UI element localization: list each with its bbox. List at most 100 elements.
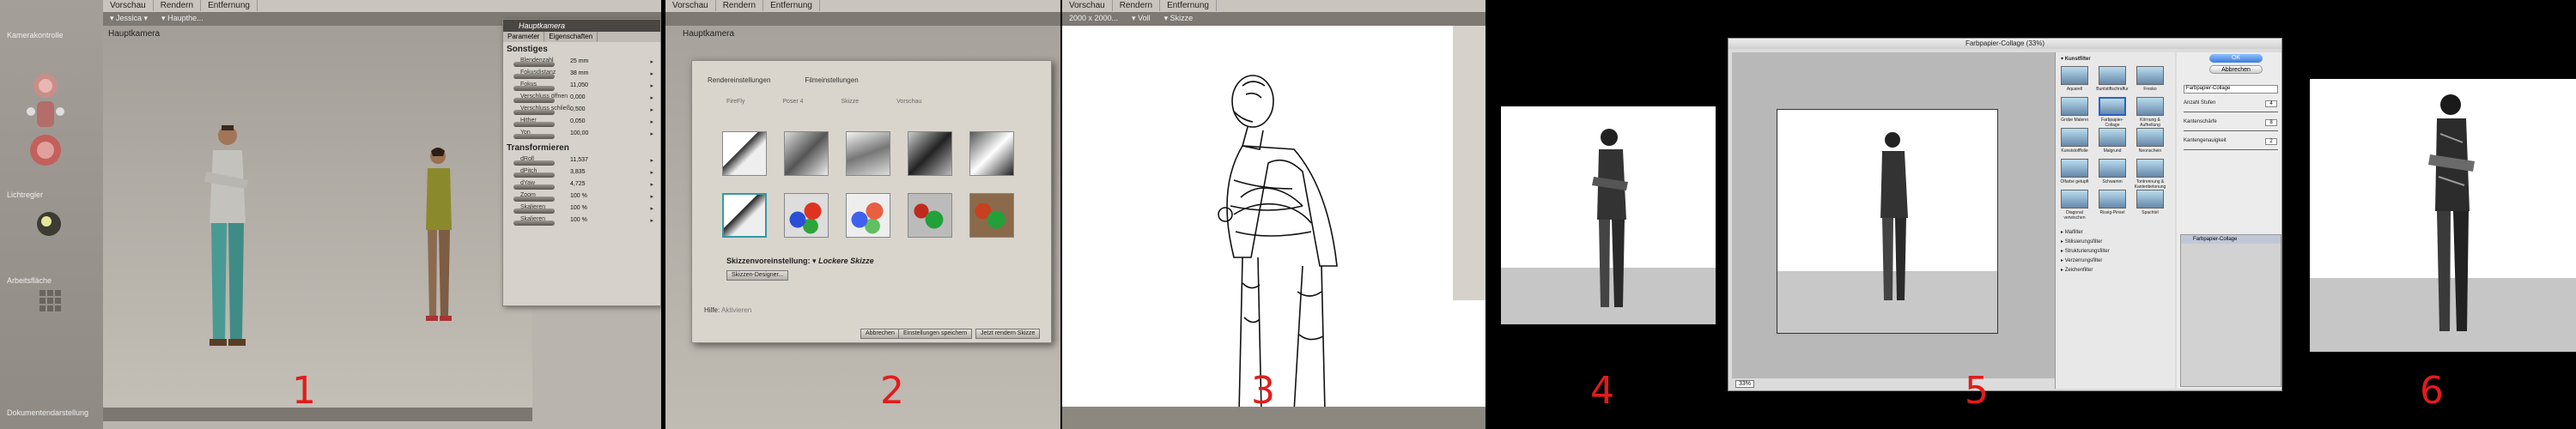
filter-select[interactable]: Farbpapier-Collage — [2184, 85, 2278, 94]
filter-thumb[interactable] — [2136, 190, 2164, 208]
parameter-dial[interactable] — [513, 208, 555, 214]
parameter-row[interactable]: Yon 100,00 ▸ — [503, 129, 660, 141]
tab-parameters[interactable]: Parameter — [503, 32, 545, 41]
ok-button[interactable]: OK — [2209, 54, 2263, 63]
light-sphere-icon[interactable] — [36, 211, 62, 237]
preset-thumb[interactable] — [908, 131, 952, 176]
quality-select[interactable]: ▾ Voll — [1125, 12, 1157, 25]
parameter-row[interactable]: dRoll 11,537 ▸ — [503, 155, 660, 167]
tab-render[interactable]: Rendern — [1113, 0, 1161, 11]
filter-thumb[interactable] — [2099, 97, 2126, 116]
parameter-dial[interactable] — [513, 196, 555, 202]
parameter-dial[interactable] — [513, 184, 555, 190]
camera-select[interactable]: ▾ Haupthe... — [155, 12, 210, 25]
help-value[interactable]: Aktivieren — [721, 306, 751, 314]
filter-category[interactable]: ▸ Malfilter — [2061, 229, 2083, 235]
subtab-poser4[interactable]: Poser 4 — [782, 99, 803, 105]
filter-thumb[interactable] — [2061, 97, 2088, 116]
filter-thumb[interactable] — [2099, 66, 2126, 85]
figure-select[interactable]: ▾ Jessica ▾ — [103, 12, 155, 25]
preset-thumb[interactable] — [908, 193, 952, 238]
parameter-arrow-icon[interactable]: ▸ — [650, 70, 653, 77]
parameter-row[interactable]: Blendenzahl 25 mm ▸ — [503, 57, 660, 69]
tab-render[interactable]: Rendern — [154, 0, 202, 11]
section-misc-title[interactable]: Sonstiges — [503, 42, 660, 57]
parameter-value[interactable]: 0,000 — [570, 94, 586, 100]
filter-category[interactable]: ▸ Verzerrungsfilter — [2061, 257, 2102, 263]
parameter-value[interactable]: 4,725 — [570, 181, 586, 187]
cancel-button[interactable]: Abbrechen — [2209, 65, 2263, 74]
filter-thumb[interactable] — [2136, 66, 2164, 85]
filter-thumb[interactable] — [2061, 128, 2088, 147]
parameter-arrow-icon[interactable]: ▸ — [650, 82, 653, 89]
setting-value[interactable]: 2 — [2265, 138, 2277, 145]
filter-thumb[interactable] — [2061, 66, 2088, 85]
preset-thumb[interactable] — [969, 193, 1014, 238]
parameter-arrow-icon[interactable]: ▸ — [650, 130, 653, 137]
filter-thumb[interactable] — [2136, 159, 2164, 178]
preset-thumb[interactable] — [784, 193, 829, 238]
parameter-dial[interactable] — [513, 160, 555, 166]
parameter-row[interactable]: Zoom 100 % ▸ — [503, 191, 660, 203]
parameter-row[interactable]: Verschluss öffnen 0,000 ▸ — [503, 93, 660, 105]
parameter-arrow-icon[interactable]: ▸ — [650, 181, 653, 188]
parameter-value[interactable]: 0,050 — [570, 118, 586, 124]
parameter-arrow-icon[interactable]: ▸ — [650, 205, 653, 212]
parameter-arrow-icon[interactable]: ▸ — [650, 217, 653, 224]
tab-preview[interactable]: Vorschau — [103, 0, 154, 11]
filter-thumb[interactable] — [2136, 128, 2164, 147]
parameter-value[interactable]: 100 % — [570, 193, 587, 199]
parameter-row[interactable]: Verschluss schließ. 0,500 ▸ — [503, 105, 660, 117]
parameter-dial[interactable] — [513, 98, 555, 103]
preset-thumb[interactable] — [722, 131, 767, 176]
parameter-dial[interactable] — [513, 74, 555, 79]
preset-thumb[interactable] — [969, 131, 1014, 176]
effect-layer[interactable]: Farbpapier-Collage — [2181, 235, 2281, 244]
setting-value[interactable]: 4 — [2265, 100, 2277, 107]
parameter-value[interactable]: 38 mm — [570, 70, 588, 76]
female-figure[interactable] — [412, 144, 464, 333]
parameter-row[interactable]: dPitch 3,835 ▸ — [503, 167, 660, 179]
parameter-dial[interactable] — [513, 172, 555, 178]
tab-distance[interactable]: Entfernung — [763, 0, 820, 11]
preset-thumb[interactable] — [784, 131, 829, 176]
parameter-dial[interactable] — [513, 86, 555, 91]
category-open[interactable]: ▾ Kunstfilter — [2061, 56, 2091, 62]
filter-thumb[interactable] — [2061, 159, 2088, 178]
parameter-dial[interactable] — [513, 134, 555, 139]
filter-category[interactable]: ▸ Stilisierungsfilter — [2061, 239, 2102, 245]
parameter-row[interactable]: Fokusdistanz 38 mm ▸ — [503, 69, 660, 81]
parameter-value[interactable]: 100 % — [570, 217, 587, 223]
setting-slider[interactable] — [2184, 149, 2278, 150]
preset-thumb[interactable] — [846, 131, 890, 176]
parameter-arrow-icon[interactable]: ▸ — [650, 106, 653, 113]
filter-thumb[interactable] — [2099, 128, 2126, 147]
parameter-value[interactable]: 0,500 — [570, 106, 586, 112]
resolution-select[interactable]: 2000 x 2000... — [1062, 12, 1125, 24]
preset-thumb-selected[interactable] — [722, 193, 767, 238]
filter-thumb[interactable] — [2099, 159, 2126, 178]
tab-preview[interactable]: Vorschau — [665, 0, 716, 11]
subtab-preview[interactable]: Vorschau — [896, 99, 921, 105]
render-now-button[interactable]: Jetzt rendern Skizze — [975, 329, 1041, 339]
parameter-row[interactable]: Skalieren 100 % ▸ — [503, 203, 660, 215]
parameter-arrow-icon[interactable]: ▸ — [650, 169, 653, 176]
parameter-arrow-icon[interactable]: ▸ — [650, 58, 653, 65]
parameter-dial[interactable] — [513, 110, 555, 115]
parameter-value[interactable]: 3,835 — [570, 169, 586, 175]
parameter-arrow-icon[interactable]: ▸ — [650, 157, 653, 164]
section-transform-title[interactable]: Transformieren — [503, 141, 660, 155]
filter-category[interactable]: ▸ Zeichenfilter — [2061, 267, 2093, 273]
subtab-firefly[interactable]: FireFly — [726, 99, 744, 105]
tab-distance[interactable]: Entfernung — [201, 0, 258, 11]
preset-thumb[interactable] — [846, 193, 890, 238]
parameter-value[interactable]: 25 mm — [570, 58, 588, 64]
parameter-arrow-icon[interactable]: ▸ — [650, 193, 653, 200]
setting-value[interactable]: 8 — [2265, 119, 2277, 126]
cancel-button[interactable]: Abbrechen — [860, 329, 900, 339]
parameter-row[interactable]: dYaw 4,725 ▸ — [503, 179, 660, 191]
parameter-dial[interactable] — [513, 122, 555, 127]
camera-control-icon[interactable] — [15, 51, 76, 180]
preview-canvas[interactable] — [1777, 109, 1998, 334]
parameter-dial[interactable] — [513, 221, 555, 226]
